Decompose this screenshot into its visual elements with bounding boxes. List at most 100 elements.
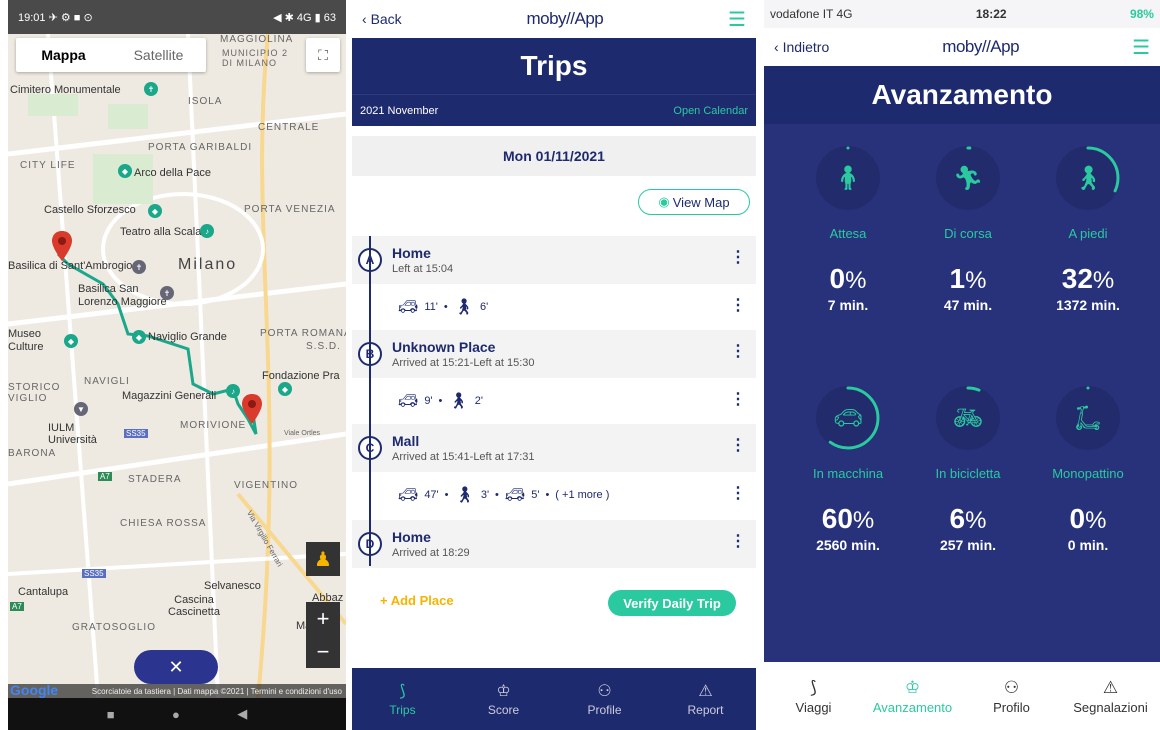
back-button[interactable]: ‹ Indietro xyxy=(774,39,829,55)
zoom-out-button[interactable]: − xyxy=(317,639,330,665)
fullscreen-icon[interactable]: ⛶ xyxy=(306,38,340,72)
mode-percent: 1% xyxy=(949,263,987,294)
poi-icon[interactable]: ◆ xyxy=(132,330,146,344)
map-label: VIGENTINO xyxy=(234,480,299,491)
menu-icon[interactable]: ☰ xyxy=(1132,35,1150,60)
place-row[interactable]: A HomeLeft at 15:04 ⋮ xyxy=(352,236,756,284)
add-place-button[interactable]: + Add Place xyxy=(380,593,454,608)
place-row[interactable]: C MallArrived at 15:41-Left at 17:31 ⋮ xyxy=(352,424,756,472)
tab-viaggi[interactable]: ⟆ Viaggi xyxy=(769,678,859,715)
tab-report[interactable]: ⚠ Report xyxy=(666,681,746,717)
map-pin-icon[interactable] xyxy=(51,230,73,262)
mode-minutes: 1372 min. xyxy=(1056,297,1120,313)
tab-trips[interactable]: ⟆ Trips xyxy=(363,681,443,717)
poi-icon[interactable]: ♪ xyxy=(226,384,240,398)
map-view[interactable]: Mappa Satellite ⛶ MAGGIOLINA MUNICIPIO 2… xyxy=(8,34,346,698)
map-label: MORIVIONE xyxy=(180,420,247,431)
leg-row[interactable]: 🚙︎ 11' • 🚶︎ 6' ⋮ xyxy=(352,284,756,330)
mode-stat-5: 🛴︎ Monopattino 0% 0 min. xyxy=(1028,386,1148,553)
walking-icon: 🚶︎ xyxy=(454,487,475,504)
pegman-icon[interactable]: ♟ xyxy=(306,542,340,576)
mode-stat-0: 🧍︎ Attesa 0% 7 min. xyxy=(788,146,908,313)
tab-segnalazioni[interactable]: ⚠ Segnalazioni xyxy=(1066,678,1156,715)
map-footer[interactable]: Scorciatoie da tastiera | Dati mappa ©20… xyxy=(8,684,346,698)
map-label: Milano xyxy=(178,256,238,273)
place-row[interactable]: B Unknown PlaceArrived at 15:21-Left at … xyxy=(352,330,756,378)
more-options-icon[interactable]: ⋮ xyxy=(730,486,746,502)
android-nav-bar: ■ ● ◀ xyxy=(8,698,346,730)
map-label: MAGGIOLINA xyxy=(220,34,294,45)
month-bar: 2021 November Open Calendar xyxy=(352,94,756,126)
progress-ring: 🚗︎ xyxy=(816,386,880,450)
map-label: Cimitero Monumentale xyxy=(10,84,121,96)
map-type-satellite[interactable]: Satellite xyxy=(111,38,206,72)
road-shield: A7 xyxy=(98,472,112,481)
more-options-icon[interactable]: ⋮ xyxy=(730,392,746,408)
map-label: Magazzini Generali xyxy=(122,390,217,402)
view-map-button[interactable]: ◉ View Map xyxy=(638,189,750,215)
leg-row[interactable]: 🚙︎ 47' • 🚶︎ 3' • 🚙︎ 5' • ( +1 more ) ⋮ xyxy=(352,472,756,518)
person-icon: ⚇ xyxy=(1003,677,1020,697)
map-label: Arco della Pace xyxy=(134,167,212,179)
mode-label: In macchina xyxy=(812,466,884,481)
poi-icon[interactable]: ✝ xyxy=(160,286,174,300)
recents-button[interactable]: ■ xyxy=(107,707,115,722)
back-button[interactable]: ‹ Back xyxy=(362,11,402,27)
back-nav-button[interactable]: ◀ xyxy=(237,706,247,722)
open-calendar-link[interactable]: Open Calendar xyxy=(673,105,748,117)
progress-ring: 🏃︎ xyxy=(936,146,1000,210)
more-options-icon[interactable]: ⋮ xyxy=(730,438,746,454)
place-time: Arrived at 15:21-Left at 15:30 xyxy=(392,357,535,369)
app-header: ‹ Back moby//App ☰ xyxy=(352,0,756,38)
home-button[interactable]: ● xyxy=(172,707,180,722)
map-label: Cascina Cascinetta xyxy=(168,594,220,618)
road-shield: SS35 xyxy=(124,429,148,438)
more-options-icon[interactable]: ⋮ xyxy=(730,298,746,314)
more-options-icon[interactable]: ⋮ xyxy=(730,534,746,550)
tab-profile[interactable]: ⚇ Profile xyxy=(565,681,645,717)
mode-stat-4: 🚲︎ In bicicletta 6% 257 min. xyxy=(908,386,1028,553)
verify-daily-trip-button[interactable]: Verify Daily Trip xyxy=(608,590,736,616)
mode-stat-2: 🚶︎ A piedi 32% 1372 min. xyxy=(1028,146,1148,313)
zoom-in-button[interactable]: + xyxy=(317,606,330,632)
mode-label: Monopattino xyxy=(1052,466,1124,481)
more-legs-label[interactable]: ( +1 more ) xyxy=(555,489,609,501)
mode-minutes: 2560 min. xyxy=(816,537,880,553)
leg-row[interactable]: 🚙︎ 9' • 🚶︎ 2' ⋮ xyxy=(352,378,756,424)
poi-icon[interactable]: ✝ xyxy=(132,260,146,274)
place-row[interactable]: D HomeArrived at 18:29 ⋮ xyxy=(352,520,756,568)
tab-score[interactable]: ♔ Score xyxy=(464,681,544,717)
tab-profilo[interactable]: ⚇ Profilo xyxy=(967,678,1057,715)
status-bar: 19:01 ✈ ⚙ ■ ⊙ ◀ ✱ 4G ▮ 63 xyxy=(8,0,346,34)
poi-icon[interactable]: ◆ xyxy=(118,164,132,178)
poi-icon[interactable]: ▼ xyxy=(74,402,88,416)
timeline-line xyxy=(369,236,371,566)
place-name: Mall xyxy=(392,433,420,449)
poi-icon[interactable]: ◆ xyxy=(278,382,292,396)
close-button[interactable]: ✕ xyxy=(134,650,218,684)
mode-stat-1: 🏃︎ Di corsa 1% 47 min. xyxy=(908,146,1028,313)
poi-icon[interactable]: ◆ xyxy=(148,204,162,218)
progress-ring: 🚶︎ xyxy=(1056,146,1120,210)
location-pin-icon: ◉ xyxy=(658,194,670,209)
walking-icon: 🚶︎ xyxy=(1072,164,1104,192)
more-options-icon[interactable]: ⋮ xyxy=(730,250,746,266)
mode-percent: 60% xyxy=(821,503,875,534)
trophy-icon: ♔ xyxy=(496,683,511,700)
poi-icon[interactable]: ✝ xyxy=(144,82,158,96)
mode-label: Di corsa xyxy=(944,226,992,241)
more-options-icon[interactable]: ⋮ xyxy=(730,344,746,360)
trophy-icon: ♔ xyxy=(904,677,921,697)
tab-bar: ⟆ Viaggi ♔ Avanzamento ⚇ Profilo ⚠ Segnalazi… xyxy=(764,662,1160,730)
poi-icon[interactable]: ♪ xyxy=(200,224,214,238)
walking-icon: 🚶︎ xyxy=(448,393,469,410)
page-title: Avanzamento xyxy=(764,66,1160,124)
map-label: BARONA xyxy=(8,448,57,459)
map-label: Castello Sforzesco xyxy=(44,204,136,216)
map-type-map[interactable]: Mappa xyxy=(16,38,111,72)
place-name: Home xyxy=(392,529,431,545)
menu-icon[interactable]: ☰ xyxy=(728,7,746,32)
poi-icon[interactable]: ◆ xyxy=(64,334,78,348)
map-pin-icon[interactable] xyxy=(241,393,263,425)
tab-avanzamento[interactable]: ♔ Avanzamento xyxy=(868,678,958,715)
